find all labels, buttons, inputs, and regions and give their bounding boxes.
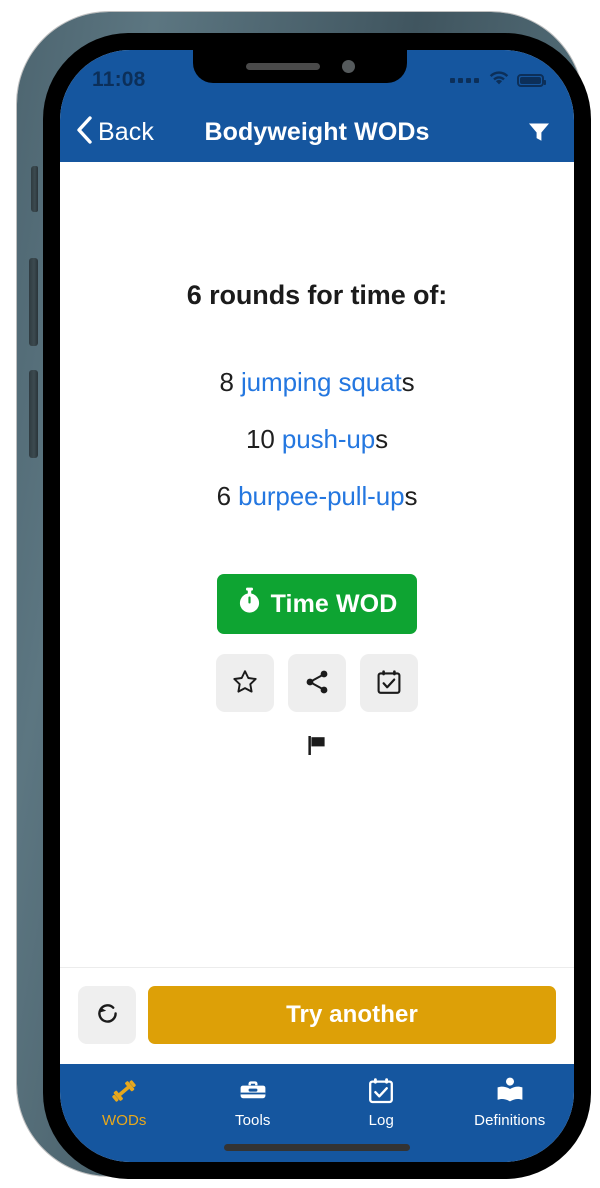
tab-wods[interactable]: WODs: [60, 1076, 189, 1129]
status-icons: [450, 70, 546, 91]
earpiece-speaker-icon: [245, 63, 320, 70]
tab-tools[interactable]: Tools: [189, 1076, 318, 1129]
movement-suffix: s: [401, 367, 415, 397]
front-camera-icon: [341, 60, 355, 73]
wod-movement-row: 8 jumping squats: [220, 367, 415, 398]
signal-dots-icon: [450, 77, 479, 83]
movement-link[interactable]: push-up: [282, 424, 375, 454]
movement-suffix: s: [375, 424, 389, 454]
phone-notch: [193, 50, 407, 83]
movement-link[interactable]: burpee-pull-up: [238, 481, 404, 511]
dumbbell-icon: [109, 1076, 139, 1106]
open-book-icon: [495, 1076, 525, 1106]
battery-full-icon: [517, 73, 546, 87]
nav-header: Back Bodyweight WODs: [60, 102, 574, 162]
movement-count: 10: [245, 424, 275, 454]
volume-up-button[interactable]: [29, 258, 38, 346]
tab-label-wods: WODs: [101, 1112, 147, 1129]
phone-frame: 11:08 Back Bodyweight WODs 6 rounds for …: [17, 12, 591, 1179]
favorite-button[interactable]: [216, 654, 274, 712]
back-button-label: Back: [98, 117, 154, 146]
filter-funnel-icon[interactable]: [526, 119, 552, 145]
chevron-left-icon: [76, 115, 93, 149]
screenshot-stage: 11:08 Back Bodyweight WODs 6 rounds for …: [0, 0, 600, 1188]
tab-log[interactable]: Log: [317, 1076, 446, 1129]
time-wod-label: Time WOD: [270, 589, 398, 618]
wod-title: 6 rounds for time of:: [186, 280, 448, 310]
wod-content: 6 rounds for time of: 8 jumping squats 1…: [60, 162, 574, 967]
movement-link[interactable]: jumping squat: [241, 367, 402, 397]
wod-movement-list: 8 jumping squats 10 push-ups 6 burpee-pu…: [217, 367, 418, 512]
wifi-icon: [488, 70, 510, 91]
time-wod-button[interactable]: Time WOD: [217, 574, 417, 634]
tab-definitions[interactable]: Definitions: [446, 1076, 575, 1129]
home-indicator[interactable]: [224, 1144, 410, 1151]
status-time: 11:08: [92, 68, 146, 91]
tab-label-tools: Tools: [234, 1112, 271, 1129]
wod-movement-row: 10 push-ups: [246, 424, 388, 455]
movement-suffix: s: [404, 481, 418, 511]
reset-button[interactable]: [78, 986, 136, 1044]
back-button[interactable]: Back: [76, 115, 154, 149]
try-another-button[interactable]: Try another: [148, 986, 556, 1044]
share-icon: [304, 669, 330, 698]
tab-label-definitions: Definitions: [474, 1112, 546, 1129]
flag-icon: [305, 733, 330, 761]
calendar-check-icon: [376, 669, 402, 698]
volume-down-button[interactable]: [29, 370, 38, 458]
rotate-ccw-icon: [94, 1000, 121, 1030]
star-outline-icon: [232, 669, 258, 698]
report-flag-button[interactable]: [297, 732, 337, 762]
share-button[interactable]: [288, 654, 346, 712]
phone-screen: 11:08 Back Bodyweight WODs 6 rounds for …: [60, 50, 574, 1162]
schedule-button[interactable]: [360, 654, 418, 712]
toolbox-icon: [238, 1076, 268, 1106]
bottom-action-bar: Try another: [60, 967, 574, 1064]
silent-switch-button[interactable]: [31, 166, 38, 212]
movement-count: 8: [219, 367, 234, 397]
calendar-check-icon: [366, 1076, 396, 1106]
tab-label-log: Log: [368, 1112, 394, 1129]
stopwatch-icon: [237, 587, 262, 621]
movement-count: 6: [216, 481, 232, 511]
wod-icon-actions: [216, 654, 418, 712]
wod-movement-row: 6 burpee-pull-ups: [217, 481, 418, 512]
